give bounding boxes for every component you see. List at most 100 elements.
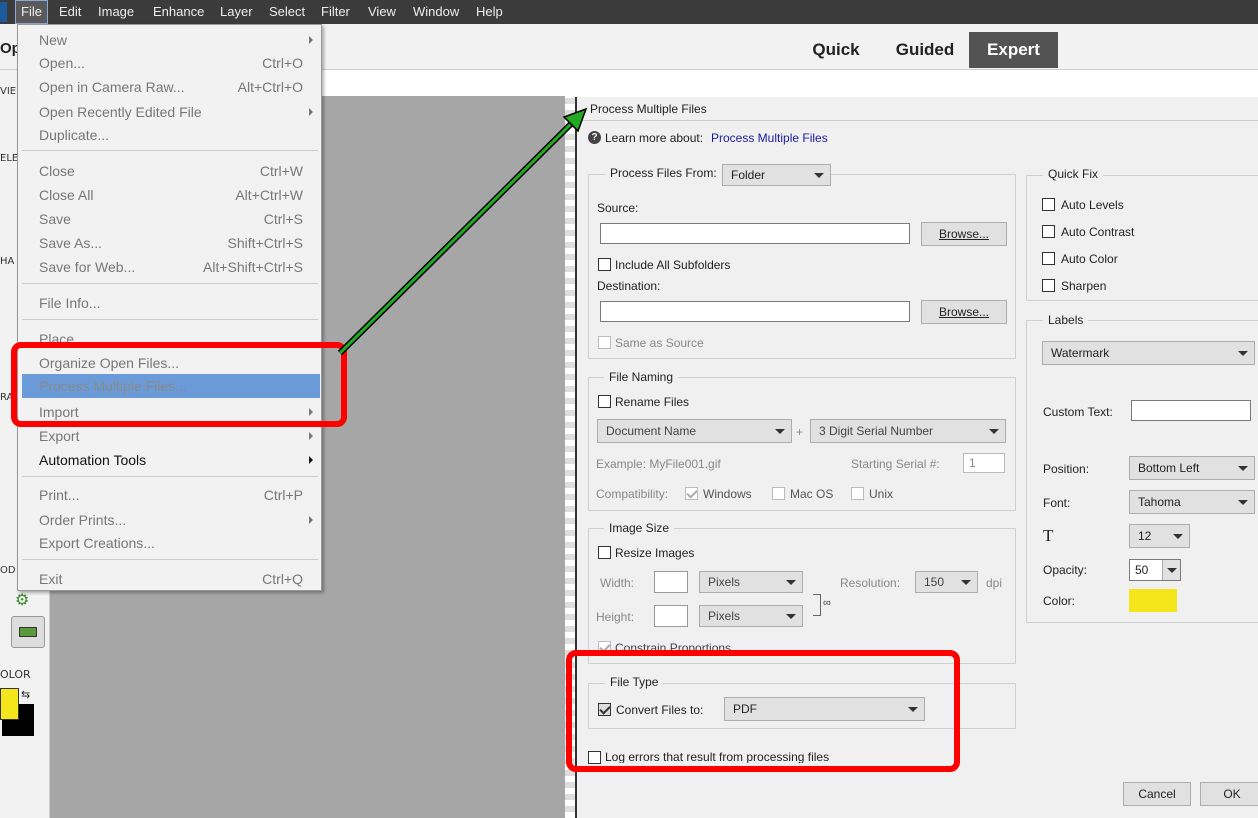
menu-item-file-info[interactable]: File Info... bbox=[18, 291, 321, 315]
height-input[interactable] bbox=[654, 605, 688, 627]
menu-separator bbox=[22, 476, 318, 477]
foreground-color-swatch[interactable] bbox=[0, 688, 19, 720]
starting-serial-input[interactable]: 1 bbox=[963, 453, 1005, 473]
height-unit-select[interactable]: Pixels bbox=[699, 605, 803, 627]
ok-button[interactable]: OK bbox=[1200, 782, 1258, 806]
submenu-arrow-icon bbox=[309, 516, 313, 524]
menu-window[interactable]: Window bbox=[408, 0, 464, 24]
process-from-select[interactable]: Folder bbox=[722, 164, 831, 186]
submenu-arrow-icon bbox=[309, 456, 313, 464]
menu-file[interactable]: File bbox=[15, 0, 48, 24]
destination-browse-button[interactable]: Browse... bbox=[921, 300, 1007, 324]
custom-text-input[interactable] bbox=[1131, 400, 1251, 421]
width-unit-select[interactable]: Pixels bbox=[699, 571, 803, 593]
opacity-dropdown-arrow[interactable] bbox=[1162, 560, 1180, 580]
mode-expert[interactable]: Expert bbox=[969, 32, 1058, 68]
process-from-label: Process Files From: bbox=[605, 166, 722, 180]
help-link[interactable]: Process Multiple Files bbox=[711, 131, 828, 145]
menu-item-save-for-web[interactable]: Save for Web... Alt+Shift+Ctrl+S bbox=[18, 255, 321, 279]
include-subfolders-label: Include All Subfolders bbox=[615, 258, 731, 272]
auto-contrast-checkbox[interactable] bbox=[1042, 225, 1055, 238]
position-select[interactable]: Bottom Left bbox=[1129, 456, 1255, 480]
position-label: Position: bbox=[1043, 462, 1090, 476]
naming-example: Example: MyFile001.gif bbox=[596, 457, 721, 471]
submenu-arrow-icon bbox=[309, 36, 313, 44]
source-input[interactable] bbox=[600, 223, 910, 244]
label-type-select[interactable]: Watermark bbox=[1042, 341, 1255, 365]
macos-label: Mac OS bbox=[790, 487, 834, 501]
font-size-select[interactable]: 12 bbox=[1129, 524, 1190, 548]
opacity-label: Opacity: bbox=[1043, 563, 1088, 577]
menu-help[interactable]: Help bbox=[471, 0, 508, 24]
sharpen-label: Sharpen bbox=[1061, 279, 1107, 293]
menu-edit[interactable]: Edit bbox=[54, 0, 86, 24]
rename-files-label: Rename Files bbox=[615, 395, 690, 409]
menu-item-new[interactable]: New bbox=[18, 28, 321, 52]
sharpen-checkbox[interactable] bbox=[1042, 279, 1055, 292]
width-input[interactable] bbox=[654, 571, 688, 593]
help-icon: ? bbox=[588, 131, 601, 144]
menu-image[interactable]: Image bbox=[93, 0, 139, 24]
menu-item-label: Exit bbox=[39, 571, 63, 587]
cancel-button[interactable]: Cancel bbox=[1123, 782, 1191, 806]
gear-icon[interactable]: ⚙ bbox=[15, 592, 35, 608]
menu-item-label: Export Creations... bbox=[39, 535, 155, 551]
custom-text-label: Custom Text: bbox=[1043, 405, 1113, 419]
windows-checkbox[interactable] bbox=[685, 487, 698, 500]
menu-item-open-camera-raw[interactable]: Open in Camera Raw... Alt+Ctrl+O bbox=[18, 75, 321, 99]
include-subfolders-checkbox[interactable] bbox=[598, 258, 611, 271]
menu-item-label: New bbox=[39, 32, 68, 48]
auto-levels-checkbox[interactable] bbox=[1042, 198, 1055, 211]
rename-files-checkbox[interactable] bbox=[598, 395, 611, 408]
source-browse-button[interactable]: Browse... bbox=[921, 222, 1007, 246]
menu-layer[interactable]: Layer bbox=[215, 0, 258, 24]
mode-quick[interactable]: Quick bbox=[800, 32, 872, 68]
menu-item-order-prints[interactable]: Order Prints... bbox=[18, 508, 321, 532]
menu-item-label: Export bbox=[39, 428, 80, 444]
menu-item-export-creations[interactable]: Export Creations... bbox=[18, 531, 321, 555]
menu-item-export[interactable]: Export bbox=[18, 424, 321, 448]
destination-input[interactable] bbox=[600, 301, 910, 322]
menu-item-label: Order Prints... bbox=[39, 512, 127, 528]
menu-enhance[interactable]: Enhance bbox=[148, 0, 209, 24]
unix-checkbox[interactable] bbox=[851, 487, 864, 500]
resolution-select[interactable]: 150 bbox=[915, 571, 978, 593]
menu-item-open-recent[interactable]: Open Recently Edited File bbox=[18, 100, 321, 124]
menu-item-exit[interactable]: Exit Ctrl+Q bbox=[18, 567, 321, 591]
menu-bar: File Edit Image Enhance Layer Select Fil… bbox=[0, 0, 1258, 24]
straighten-tool-icon[interactable] bbox=[11, 616, 45, 648]
menu-separator bbox=[22, 319, 318, 320]
name-part1-select[interactable]: Document Name bbox=[597, 419, 792, 443]
opacity-input[interactable]: 50 bbox=[1129, 559, 1181, 581]
menu-item-duplicate[interactable]: Duplicate... bbox=[18, 123, 321, 147]
font-select[interactable]: Tahoma bbox=[1129, 490, 1255, 514]
swap-colors-icon[interactable]: ⇆ bbox=[21, 688, 30, 701]
auto-levels-label: Auto Levels bbox=[1061, 198, 1124, 212]
menu-item-close-all[interactable]: Close All Alt+Ctrl+W bbox=[18, 183, 321, 207]
menu-item-open[interactable]: Open... Ctrl+O bbox=[18, 51, 321, 75]
menu-item-shortcut: Ctrl+Q bbox=[262, 571, 303, 587]
color-swatch[interactable] bbox=[1129, 589, 1177, 612]
menu-item-label: Save bbox=[39, 211, 71, 227]
menu-item-print[interactable]: Print... Ctrl+P bbox=[18, 483, 321, 507]
macos-checkbox[interactable] bbox=[772, 487, 785, 500]
resolution-unit: dpi bbox=[986, 576, 1003, 590]
windows-label: Windows bbox=[703, 487, 752, 501]
source-label: Source: bbox=[597, 201, 639, 215]
auto-contrast-label: Auto Contrast bbox=[1061, 225, 1135, 239]
auto-color-checkbox[interactable] bbox=[1042, 252, 1055, 265]
name-part2-select[interactable]: 3 Digit Serial Number bbox=[810, 419, 1006, 443]
annotation-highlight-file-type bbox=[566, 650, 960, 772]
menu-item-label: Open in Camera Raw... bbox=[39, 79, 185, 95]
menu-item-save-as[interactable]: Save As... Shift+Ctrl+S bbox=[18, 231, 321, 255]
menu-item-close[interactable]: Close Ctrl+W bbox=[18, 159, 321, 183]
resize-images-checkbox[interactable] bbox=[598, 546, 611, 559]
menu-item-save[interactable]: Save Ctrl+S bbox=[18, 207, 321, 231]
menu-item-automation-tools[interactable]: Automation Tools bbox=[18, 448, 321, 472]
menu-view[interactable]: View bbox=[363, 0, 401, 24]
menu-select[interactable]: Select bbox=[264, 0, 310, 24]
same-as-source-checkbox[interactable] bbox=[598, 336, 611, 349]
mode-guided[interactable]: Guided bbox=[884, 32, 966, 68]
menu-filter[interactable]: Filter bbox=[316, 0, 355, 24]
quick-fix-title: Quick Fix bbox=[1043, 167, 1104, 181]
